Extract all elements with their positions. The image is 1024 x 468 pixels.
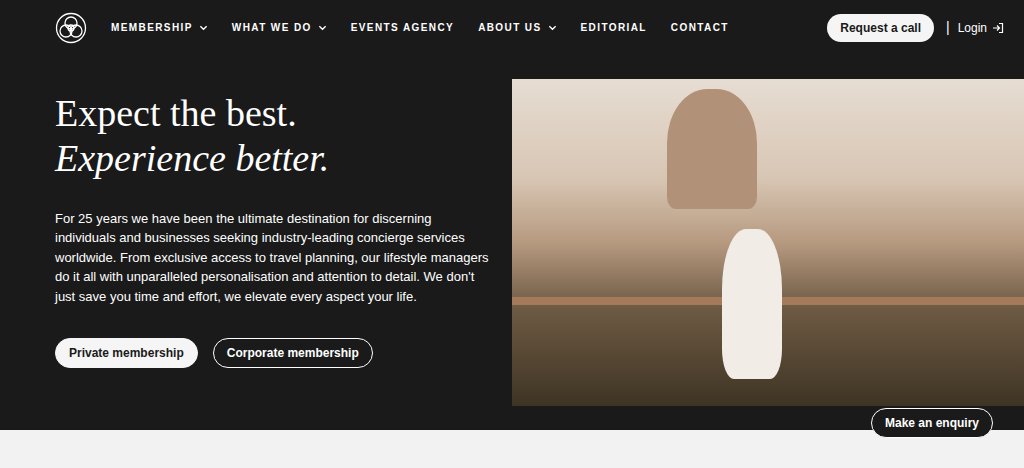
chevron-down-icon[interactable] xyxy=(318,23,327,32)
nav-label[interactable]: MEMBERSHIP xyxy=(111,20,193,35)
nav-link[interactable]: MEMBERSHIP xyxy=(111,16,208,39)
rock-shape xyxy=(667,89,757,209)
hero-photo xyxy=(512,79,1024,406)
hero-section: Expect the best. Experience better. For … xyxy=(0,55,1024,430)
nav-link[interactable]: WHAT WE DO xyxy=(232,16,327,39)
nav-link[interactable]: EDITORIAL xyxy=(581,16,647,39)
chevron-down-icon[interactable] xyxy=(199,23,208,32)
logo-icon[interactable] xyxy=(55,12,87,44)
nav-link[interactable]: EVENTS AGENCY xyxy=(351,16,454,39)
bottom-strip xyxy=(0,430,1024,468)
chevron-down-icon[interactable] xyxy=(548,23,557,32)
nav-label[interactable]: EDITORIAL xyxy=(581,20,647,35)
subheadline: Experience better. xyxy=(55,136,494,181)
login-label[interactable]: Login xyxy=(958,19,987,37)
nav-item: ABOUT US xyxy=(478,16,556,39)
nav-item: EDITORIAL xyxy=(581,16,647,39)
enquiry-button[interactable]: Make an enquiry xyxy=(871,408,993,438)
nav-item: MEMBERSHIP xyxy=(111,16,208,39)
nav-menu: MEMBERSHIP WHAT WE DO EVENTS AGENCY ABOUT U… xyxy=(111,16,729,39)
hero-copy: Expect the best. Experience better. For … xyxy=(0,79,512,406)
nav-item: CONTACT xyxy=(671,16,729,39)
nav-label[interactable]: ABOUT US xyxy=(478,20,541,35)
private-membership-button[interactable]: Private membership xyxy=(55,338,198,368)
nav-label[interactable]: CONTACT xyxy=(671,20,729,35)
headline: Expect the best. xyxy=(55,92,297,134)
nav-label[interactable]: WHAT WE DO xyxy=(232,20,312,35)
login-link[interactable]: Login xyxy=(958,19,1004,37)
figure-shape xyxy=(722,229,782,379)
page-header: MEMBERSHIP WHAT WE DO EVENTS AGENCY ABOUT U… xyxy=(0,0,1024,430)
nav-item: WHAT WE DO xyxy=(232,16,327,39)
login-arrow-icon[interactable] xyxy=(992,22,1004,34)
nav-item: EVENTS AGENCY xyxy=(351,16,454,39)
header-actions: Request a call | Login xyxy=(827,14,1004,42)
nav-link[interactable]: ABOUT US xyxy=(478,16,556,39)
hero-title: Expect the best. Experience better. xyxy=(55,91,494,181)
corporate-membership-button[interactable]: Corporate membership xyxy=(213,338,373,368)
nav-label[interactable]: EVENTS AGENCY xyxy=(351,20,454,35)
request-call-button[interactable]: Request a call xyxy=(827,14,934,42)
main-navbar: MEMBERSHIP WHAT WE DO EVENTS AGENCY ABOUT U… xyxy=(0,0,1024,55)
separator: | xyxy=(946,17,950,38)
nav-link[interactable]: CONTACT xyxy=(671,16,729,39)
hero-buttons: Private membership Corporate membership xyxy=(55,338,494,368)
hero-description: For 25 years we have been the ultimate d… xyxy=(55,209,494,307)
